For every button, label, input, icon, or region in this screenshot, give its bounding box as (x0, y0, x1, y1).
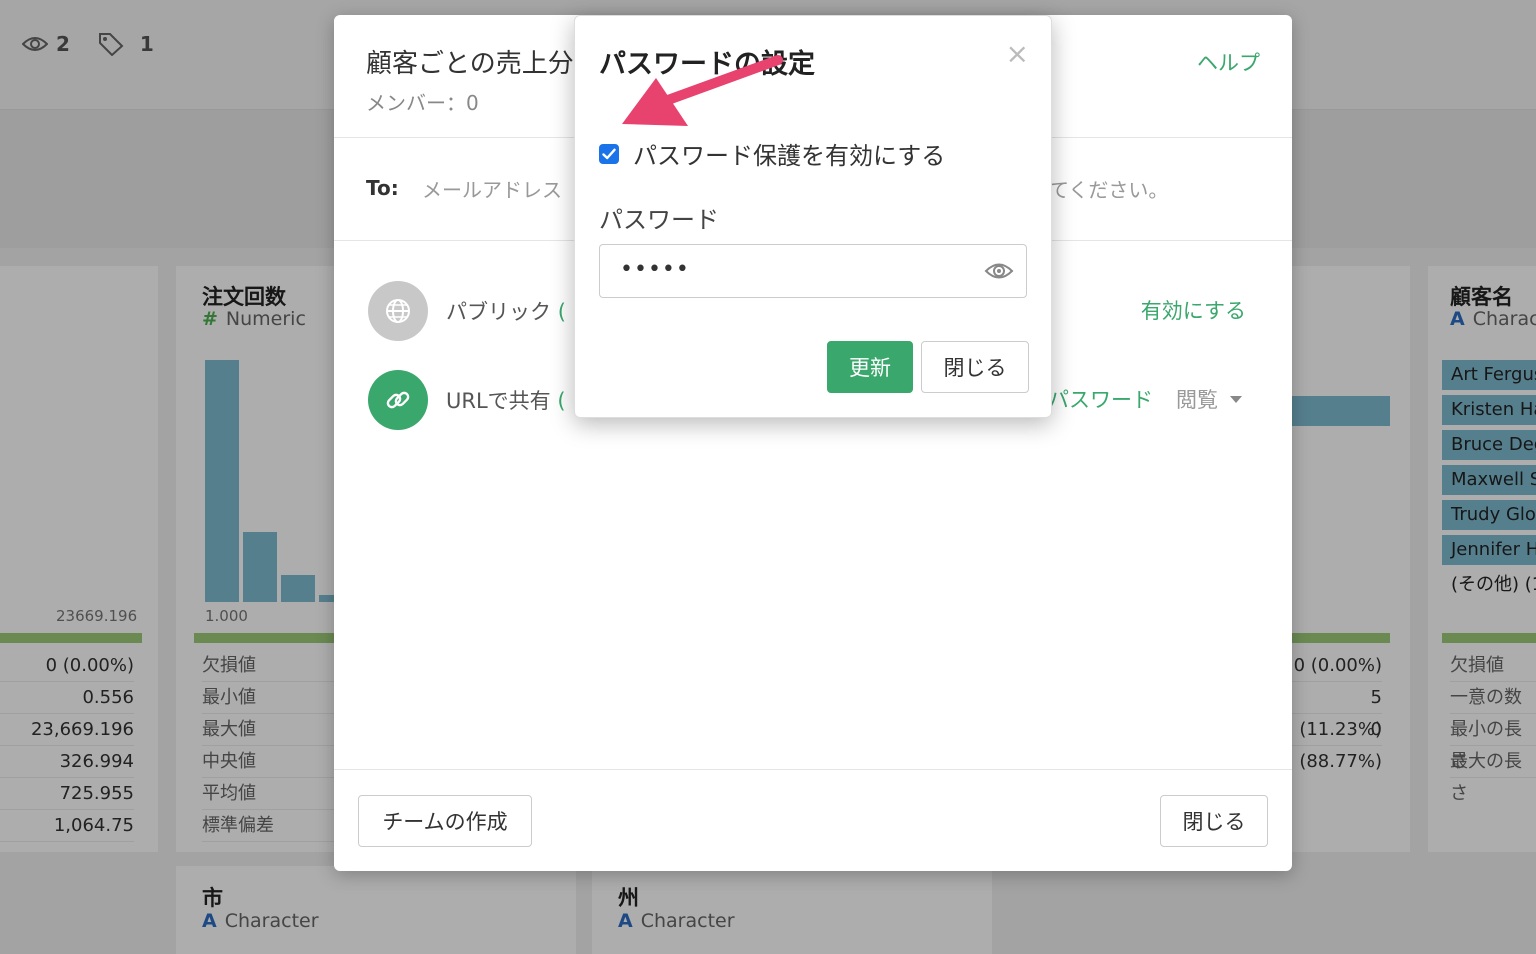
close-icon[interactable]: × (1006, 40, 1029, 68)
annotation-arrow-icon (622, 55, 783, 126)
close-password-button[interactable]: 閉じる (921, 341, 1029, 393)
share-dialog-title: 顧客ごとの売上分析 (366, 49, 600, 79)
password-link[interactable]: パスワード (1048, 384, 1153, 414)
globe-icon (368, 281, 428, 341)
email-input-placeholder-end: てください。 (1049, 178, 1169, 202)
to-label: To: (366, 176, 399, 200)
enable-public-link[interactable]: 有効にする (1141, 295, 1246, 325)
url-share-label: URLで共有 ( (446, 385, 566, 415)
email-input[interactable]: メールアドレス (422, 174, 562, 203)
link-icon (368, 370, 428, 430)
share-dialog-footer: チームの作成 閉じる (334, 769, 1292, 871)
url-share-label-paren: ( (557, 389, 566, 413)
show-password-icon[interactable] (984, 259, 1014, 287)
permission-select-value: 閲覧 (1176, 388, 1218, 412)
password-field-label: パスワード (599, 206, 719, 234)
close-share-button[interactable]: 閉じる (1160, 795, 1268, 847)
create-team-button[interactable]: チームの作成 (358, 795, 532, 847)
public-label-text: パブリック (446, 300, 551, 324)
permission-select[interactable]: 閲覧 (1176, 384, 1242, 414)
update-button[interactable]: 更新 (827, 341, 913, 393)
url-share-label-text: URLで共有 (446, 389, 551, 413)
member-count: メンバー：0 (366, 91, 479, 115)
help-link[interactable]: ヘルプ (1197, 47, 1260, 77)
password-input-value: ••••• (620, 257, 690, 282)
password-input[interactable]: ••••• (599, 244, 1027, 298)
public-label-paren: ( (557, 300, 566, 324)
public-label: パブリック ( (446, 296, 566, 326)
chevron-down-icon (1230, 395, 1242, 403)
checkmark-icon (602, 148, 616, 159)
